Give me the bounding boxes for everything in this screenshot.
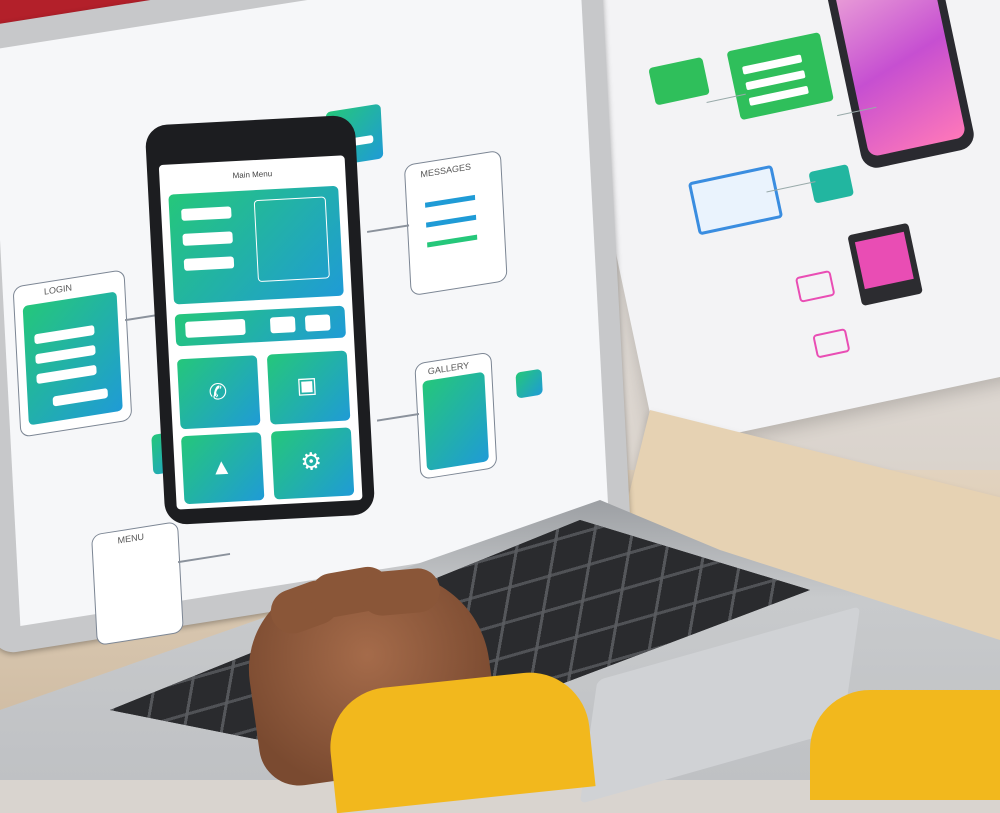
gallery-card [422,371,489,471]
paper-pink-phone [847,222,923,307]
login-card [22,291,123,426]
paper-phone-mockup [818,0,977,171]
login-label: LOGIN [43,282,73,297]
paper-pink-outline [794,269,836,303]
pink-gradient-screen [828,0,967,158]
messages-label: MESSAGES [420,161,472,180]
phone-tile-settings: ⚙ [270,427,355,500]
wireframe-messages: MESSAGES [403,149,508,297]
paper-pink-outline-2 [812,328,851,359]
main-phone-screen: Main Menu ✆ ▣ ▲ ⚙ [158,155,363,510]
paper-green-card [726,31,834,121]
paper-teal-box [808,164,855,204]
phone-icon: ✆ [208,378,228,405]
phone-mid-bar [174,305,347,347]
wireframe-login: LOGIN [12,269,133,438]
paper-grid-block [648,56,710,106]
paper-blue-box [687,164,784,236]
wireframe-menu: MENU [91,521,184,646]
yellow-sleeve-right [810,690,1000,800]
gear-icon: ⚙ [299,447,323,477]
chat-icon: ▣ [295,372,318,399]
wireframe-side-card [515,368,543,399]
phone-tile-phone: ✆ [176,355,261,430]
image-icon: ▲ [209,453,234,480]
phone-header: Main Menu [232,169,273,181]
phone-tile-chat: ▣ [266,350,351,425]
phone-top-card [168,185,344,305]
wireframe-gallery: GALLERY [414,351,498,480]
phone-tile-image: ▲ [180,432,265,505]
main-phone-mockup: Main Menu ✆ ▣ ▲ ⚙ [144,114,376,526]
menu-label: MENU [117,531,145,546]
